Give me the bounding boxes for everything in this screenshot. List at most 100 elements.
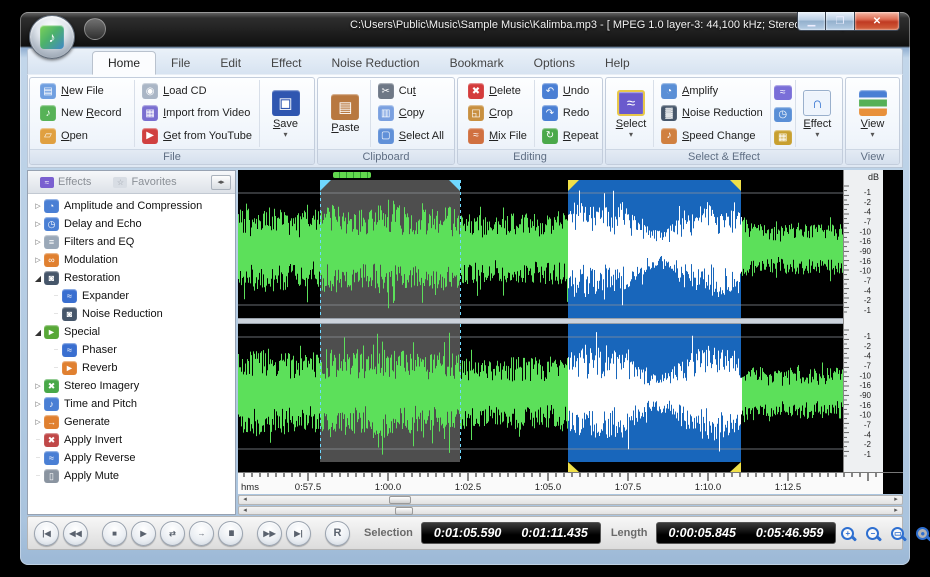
ribbon-button-repeat[interactable]: ↻ Repeat — [539, 127, 601, 145]
tree-item-time-and-pitch[interactable]: ▷ ♪ Time and Pitch — [28, 395, 235, 413]
scrollbar-thumb[interactable] — [389, 496, 411, 504]
timeline-ruler[interactable]: hms 0:57.5 1:00.0 1:02.5 1:05.0 1:07.5 1:10.0 1… — [238, 472, 903, 494]
zoom-in-button[interactable]: + — [836, 522, 859, 545]
tree-item-delay-and-echo[interactable]: ▷ ◷ Delay and Echo — [28, 215, 235, 233]
ribbon-button-effect[interactable]: ∩ Effect ▾ — [794, 80, 839, 147]
tree-item-phaser[interactable]: ┈ ≈ Phaser — [28, 341, 235, 359]
tab-help[interactable]: Help — [590, 52, 645, 74]
tree-item-apply-reverse[interactable]: ┈ ≈ Apply Reverse — [28, 449, 235, 467]
scroll-right-icon[interactable]: ▸ — [891, 496, 901, 504]
rewind-button[interactable]: ◀◀ — [63, 520, 88, 546]
expander-collapsed-icon[interactable]: ▷ — [32, 238, 44, 246]
expander-collapsed-icon[interactable]: ▷ — [32, 220, 44, 228]
tab-noise-reduction[interactable]: Noise Reduction — [317, 52, 435, 74]
effects-sidebar: ≈ Effects ☆ Favorites ◂▸ ▷ ◔ Amplitude and… — [27, 170, 236, 515]
tab-file[interactable]: File — [156, 52, 205, 74]
ribbon-button-load-cd[interactable]: ◉ Load CD — [139, 82, 255, 100]
tree-item-apply-invert[interactable]: ┈ ✖ Apply Invert — [28, 431, 235, 449]
expander-collapsed-icon[interactable]: ▷ — [32, 382, 44, 390]
ribbon-button-paste[interactable]: ▤ Paste — [321, 80, 370, 147]
tab-edit[interactable]: Edit — [205, 52, 256, 74]
zoom-to-selection-button[interactable]: ▭ — [886, 522, 909, 545]
record-button[interactable]: R — [325, 520, 350, 546]
ribbon-button-undo[interactable]: ↶ Undo — [539, 82, 601, 100]
equalizer-button[interactable]: ≈ — [773, 82, 792, 101]
tree-item-stereo-imagery[interactable]: ▷ ✖ Stereo Imagery — [28, 377, 235, 395]
ribbon-button-crop[interactable]: ◱ Crop — [465, 104, 530, 122]
loop-button[interactable]: ⇄ — [160, 520, 185, 546]
svg-text:-16: -16 — [859, 257, 871, 266]
tree-item-restoration[interactable]: ◢ ◙ Restoration — [28, 269, 235, 287]
skip-to-end-button[interactable]: ▶| — [286, 520, 311, 546]
tab-home[interactable]: Home — [92, 51, 157, 75]
ribbon-button-open[interactable]: ▱ Open — [37, 127, 130, 145]
step-forward-button[interactable]: → — [189, 520, 214, 546]
zoom-out-button[interactable]: − — [861, 522, 884, 545]
tree-item-generate[interactable]: ▷ → Generate — [28, 413, 235, 431]
delay-clock-button[interactable]: ◷ — [773, 104, 792, 123]
ribbon-button-save[interactable]: ▣ Save ▾ — [259, 80, 311, 147]
scroll-left-icon[interactable]: ◂ — [240, 507, 250, 515]
tab-effect[interactable]: Effect — [256, 52, 316, 74]
panel-nav-button[interactable]: ◂▸ — [211, 174, 231, 190]
window-title: C:\Users\Public\Music\Sample Music\Kalim… — [350, 19, 869, 31]
waveform-display[interactable] — [238, 170, 843, 472]
ribbon-button-select-all[interactable]: ▢ Select All — [375, 127, 447, 145]
expander-collapsed-icon[interactable]: ▷ — [32, 202, 44, 210]
play-button[interactable]: ▶ — [131, 520, 156, 546]
ribbon-button-select[interactable]: ≈ Select ▾ — [609, 80, 653, 147]
tree-item-reverb[interactable]: ┈ ► Reverb — [28, 359, 235, 377]
ribbon-button-import-from-video[interactable]: ▦ Import from Video — [139, 104, 255, 122]
tree-item-noise-reduction[interactable]: ┈ ◙ Noise Reduction — [28, 305, 235, 323]
expander-expanded-icon[interactable]: ◢ — [32, 328, 44, 337]
ribbon-button-get-from-youtube[interactable]: ▶ Get from YouTube — [139, 127, 255, 145]
scroll-left-icon[interactable]: ◂ — [240, 496, 250, 504]
tree-item-modulation[interactable]: ▷ ∞ Modulation — [28, 251, 235, 269]
ribbon-button-new-record[interactable]: ♪ New Record — [37, 104, 130, 122]
ribbon-button-new-file[interactable]: ▤ New File — [37, 82, 130, 100]
restoration-icon: ◙ — [44, 271, 59, 285]
h-scrollbar-top[interactable]: ◂ ▸ — [238, 495, 903, 505]
tree-item-label: Filters and EQ — [64, 236, 135, 248]
expander-collapsed-icon[interactable]: ▷ — [32, 256, 44, 264]
tree-item-expander[interactable]: ┈ ≈ Expander — [28, 287, 235, 305]
stop-button[interactable]: ■ — [102, 520, 127, 546]
tree-connector: ┈ — [35, 437, 41, 444]
fast-forward-button[interactable]: ▶▶ — [257, 520, 282, 546]
expander-collapsed-icon[interactable]: ▷ — [32, 400, 44, 408]
magnifier-icon: − — [866, 526, 880, 540]
minimize-button[interactable]: ▁ — [797, 12, 826, 31]
tree-item-special[interactable]: ◢ ► Special — [28, 323, 235, 341]
tree-item-filters-and-eq[interactable]: ▷ ≡ Filters and EQ — [28, 233, 235, 251]
scroll-right-icon[interactable]: ▸ — [891, 507, 901, 515]
h-scrollbar-bottom[interactable]: ◂ ▸ — [238, 505, 903, 515]
chevron-down-icon: ▾ — [870, 130, 875, 139]
ribbon-button-amplify[interactable]: ◔ Amplify — [658, 82, 766, 100]
tab-favorites[interactable]: ☆ Favorites — [105, 174, 184, 190]
ribbon-button-noise-reduction[interactable]: ▓ Noise Reduction — [658, 104, 766, 122]
ribbon-button-cut[interactable]: ✂ Cut — [375, 82, 447, 100]
tab-options[interactable]: Options — [519, 52, 590, 74]
select-all-icon: ▢ — [377, 127, 394, 144]
tree-item-apply-mute[interactable]: ┈ ▯ Apply Mute — [28, 467, 235, 485]
expander-collapsed-icon[interactable]: ▷ — [32, 418, 44, 426]
close-button[interactable]: ✕ — [854, 12, 900, 31]
scrollbar-thumb[interactable] — [395, 506, 413, 515]
ribbon-button-delete[interactable]: ✖ Delete — [465, 82, 530, 100]
expander-expanded-icon[interactable]: ◢ — [32, 274, 44, 283]
maximize-button[interactable]: ❐ — [826, 12, 854, 31]
zoom-full-button[interactable]: ● — [911, 522, 930, 545]
pause-button[interactable]: ▮▮ — [218, 520, 243, 546]
tab-effects[interactable]: ≈ Effects — [32, 174, 99, 190]
chorus-button[interactable]: ▦ — [773, 127, 792, 145]
app-menu-button[interactable]: ♪ — [29, 15, 75, 59]
ribbon-button-redo[interactable]: ↷ Redo — [539, 104, 601, 122]
ribbon-button-speed-change[interactable]: ♪ Speed Change — [658, 127, 766, 145]
ribbon-button-view[interactable]: View ▾ — [849, 80, 896, 147]
tab-bookmark[interactable]: Bookmark — [435, 52, 519, 74]
tree-item-amplitude-and-compression[interactable]: ▷ ◔ Amplitude and Compression — [28, 197, 235, 215]
ribbon-button-label: Repeat — [562, 129, 599, 142]
ribbon-button-mix-file[interactable]: ≈ Mix File — [465, 127, 530, 145]
skip-to-start-button[interactable]: |◀ — [34, 520, 59, 546]
ribbon-button-copy[interactable]: ▥ Copy — [375, 104, 447, 122]
